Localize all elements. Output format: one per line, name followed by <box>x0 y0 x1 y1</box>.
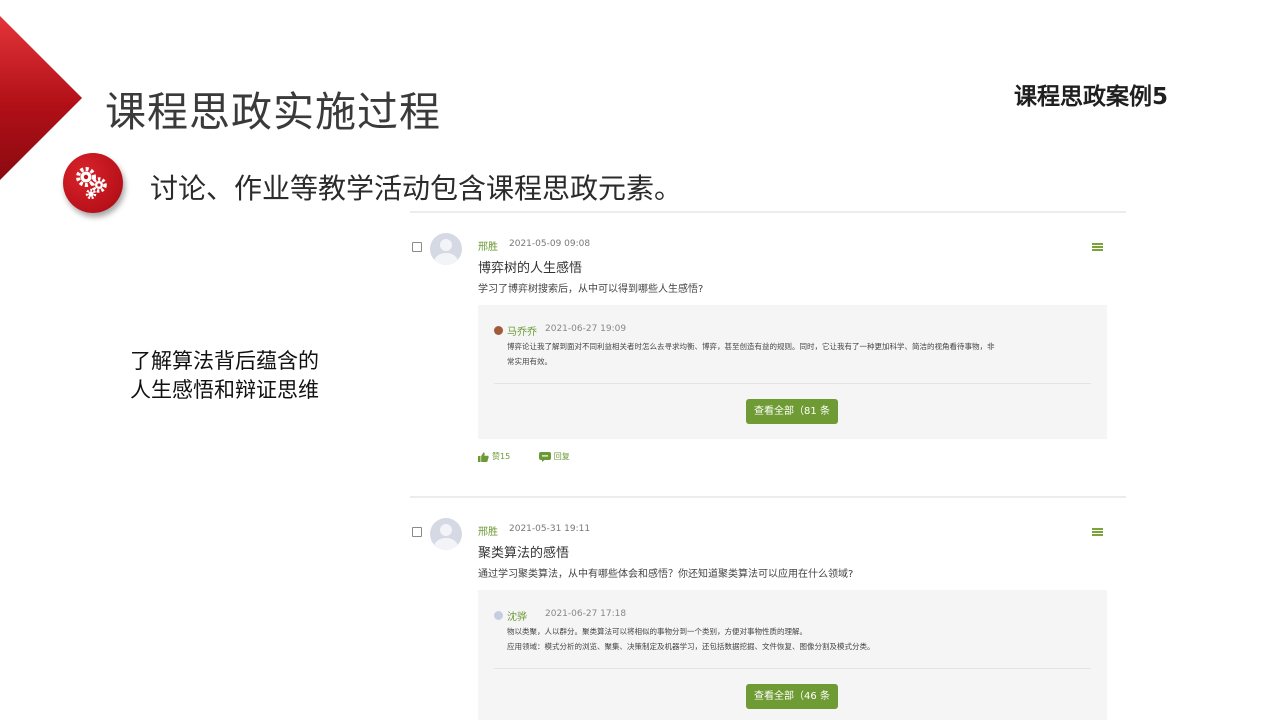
post-description: 学习了博弈树搜索后，从中可以得到哪些人生感悟? <box>478 284 704 295</box>
like-count: 赞15 <box>492 452 511 461</box>
divider <box>494 668 1091 669</box>
post-title[interactable]: 博弈树的人生感悟 <box>478 257 582 276</box>
post-description: 通过学习聚类算法，从中有哪些体会和感悟？你还知道聚类算法可以应用在什么领域? <box>478 569 854 580</box>
reply-author[interactable]: 沈骅 <box>507 608 527 623</box>
discussion-post: 邢胜 2021-05-09 09:08 博弈树的人生感悟 学习了博弈树搜索后，从… <box>410 211 1126 491</box>
avatar <box>430 233 462 265</box>
menu-icon[interactable] <box>1092 528 1103 536</box>
divider <box>494 383 1091 384</box>
post-author[interactable]: 邢胜 <box>478 238 498 253</box>
reply-label: 回复 <box>553 452 570 461</box>
slide-subtitle: 讨论、作业等教学活动包含课程思政元素。 <box>150 172 683 205</box>
reply-text: 应用领域：模式分析的浏览、聚集、决策制定及机器学习，还包括数据挖掘、文件恢复、图… <box>507 642 875 651</box>
view-all-button[interactable]: 查看全部（46 条 <box>746 684 838 709</box>
reply-time: 2021-06-27 19:09 <box>545 324 627 334</box>
post-title[interactable]: 聚类算法的感悟 <box>478 542 569 561</box>
post-author[interactable]: 邢胜 <box>478 523 498 538</box>
select-checkbox[interactable] <box>412 242 422 252</box>
reply-avatar <box>494 326 503 335</box>
case-label: 课程思政案例5 <box>1014 84 1169 110</box>
comment-icon <box>538 451 551 462</box>
divider <box>410 496 1126 498</box>
reply-button[interactable]: 回复 <box>538 451 570 462</box>
post-actions: 赞15 回复 <box>478 451 596 464</box>
side-note-line: 人生感悟和辩证思维 <box>130 378 319 402</box>
thumbs-up-icon <box>478 451 489 462</box>
menu-icon[interactable] <box>1092 243 1103 251</box>
side-note-line: 了解算法背后蕴含的 <box>130 349 319 373</box>
reply-box: 沈骅 2021-06-27 17:18 物以类聚，人以群分。聚类算法可以将相似的… <box>478 590 1107 720</box>
reply-text: 常实用有效。 <box>507 357 552 366</box>
reply-box: 马乔乔 2021-06-27 19:09 博弈论让我了解到面对不同利益相关者时怎… <box>478 305 1107 439</box>
divider <box>410 211 1126 213</box>
gear-icon <box>63 153 123 213</box>
reply-text: 博弈论让我了解到面对不同利益相关者时怎么去寻求均衡、博弈，甚至创造有益的规则。同… <box>507 342 995 351</box>
side-note: 了解算法背后蕴含的 人生感悟和辩证思维 <box>130 347 319 405</box>
slide-title: 课程思政实施过程 <box>105 88 441 136</box>
reply-time: 2021-06-27 17:18 <box>545 609 627 619</box>
reply-author[interactable]: 马乔乔 <box>507 323 537 338</box>
reply-avatar <box>494 611 503 620</box>
avatar <box>430 518 462 550</box>
discussion-post: 邢胜 2021-05-31 19:11 聚类算法的感悟 通过学习聚类算法，从中有… <box>410 496 1126 720</box>
like-button[interactable]: 赞15 <box>478 451 510 462</box>
view-all-button[interactable]: 查看全部（81 条 <box>746 399 838 424</box>
post-time: 2021-05-09 09:08 <box>509 239 591 249</box>
reply-text: 物以类聚，人以群分。聚类算法可以将相似的事物分到一个类别，方便对事物性质的理解。 <box>507 627 807 636</box>
select-checkbox[interactable] <box>412 527 422 537</box>
post-time: 2021-05-31 19:11 <box>509 524 591 534</box>
